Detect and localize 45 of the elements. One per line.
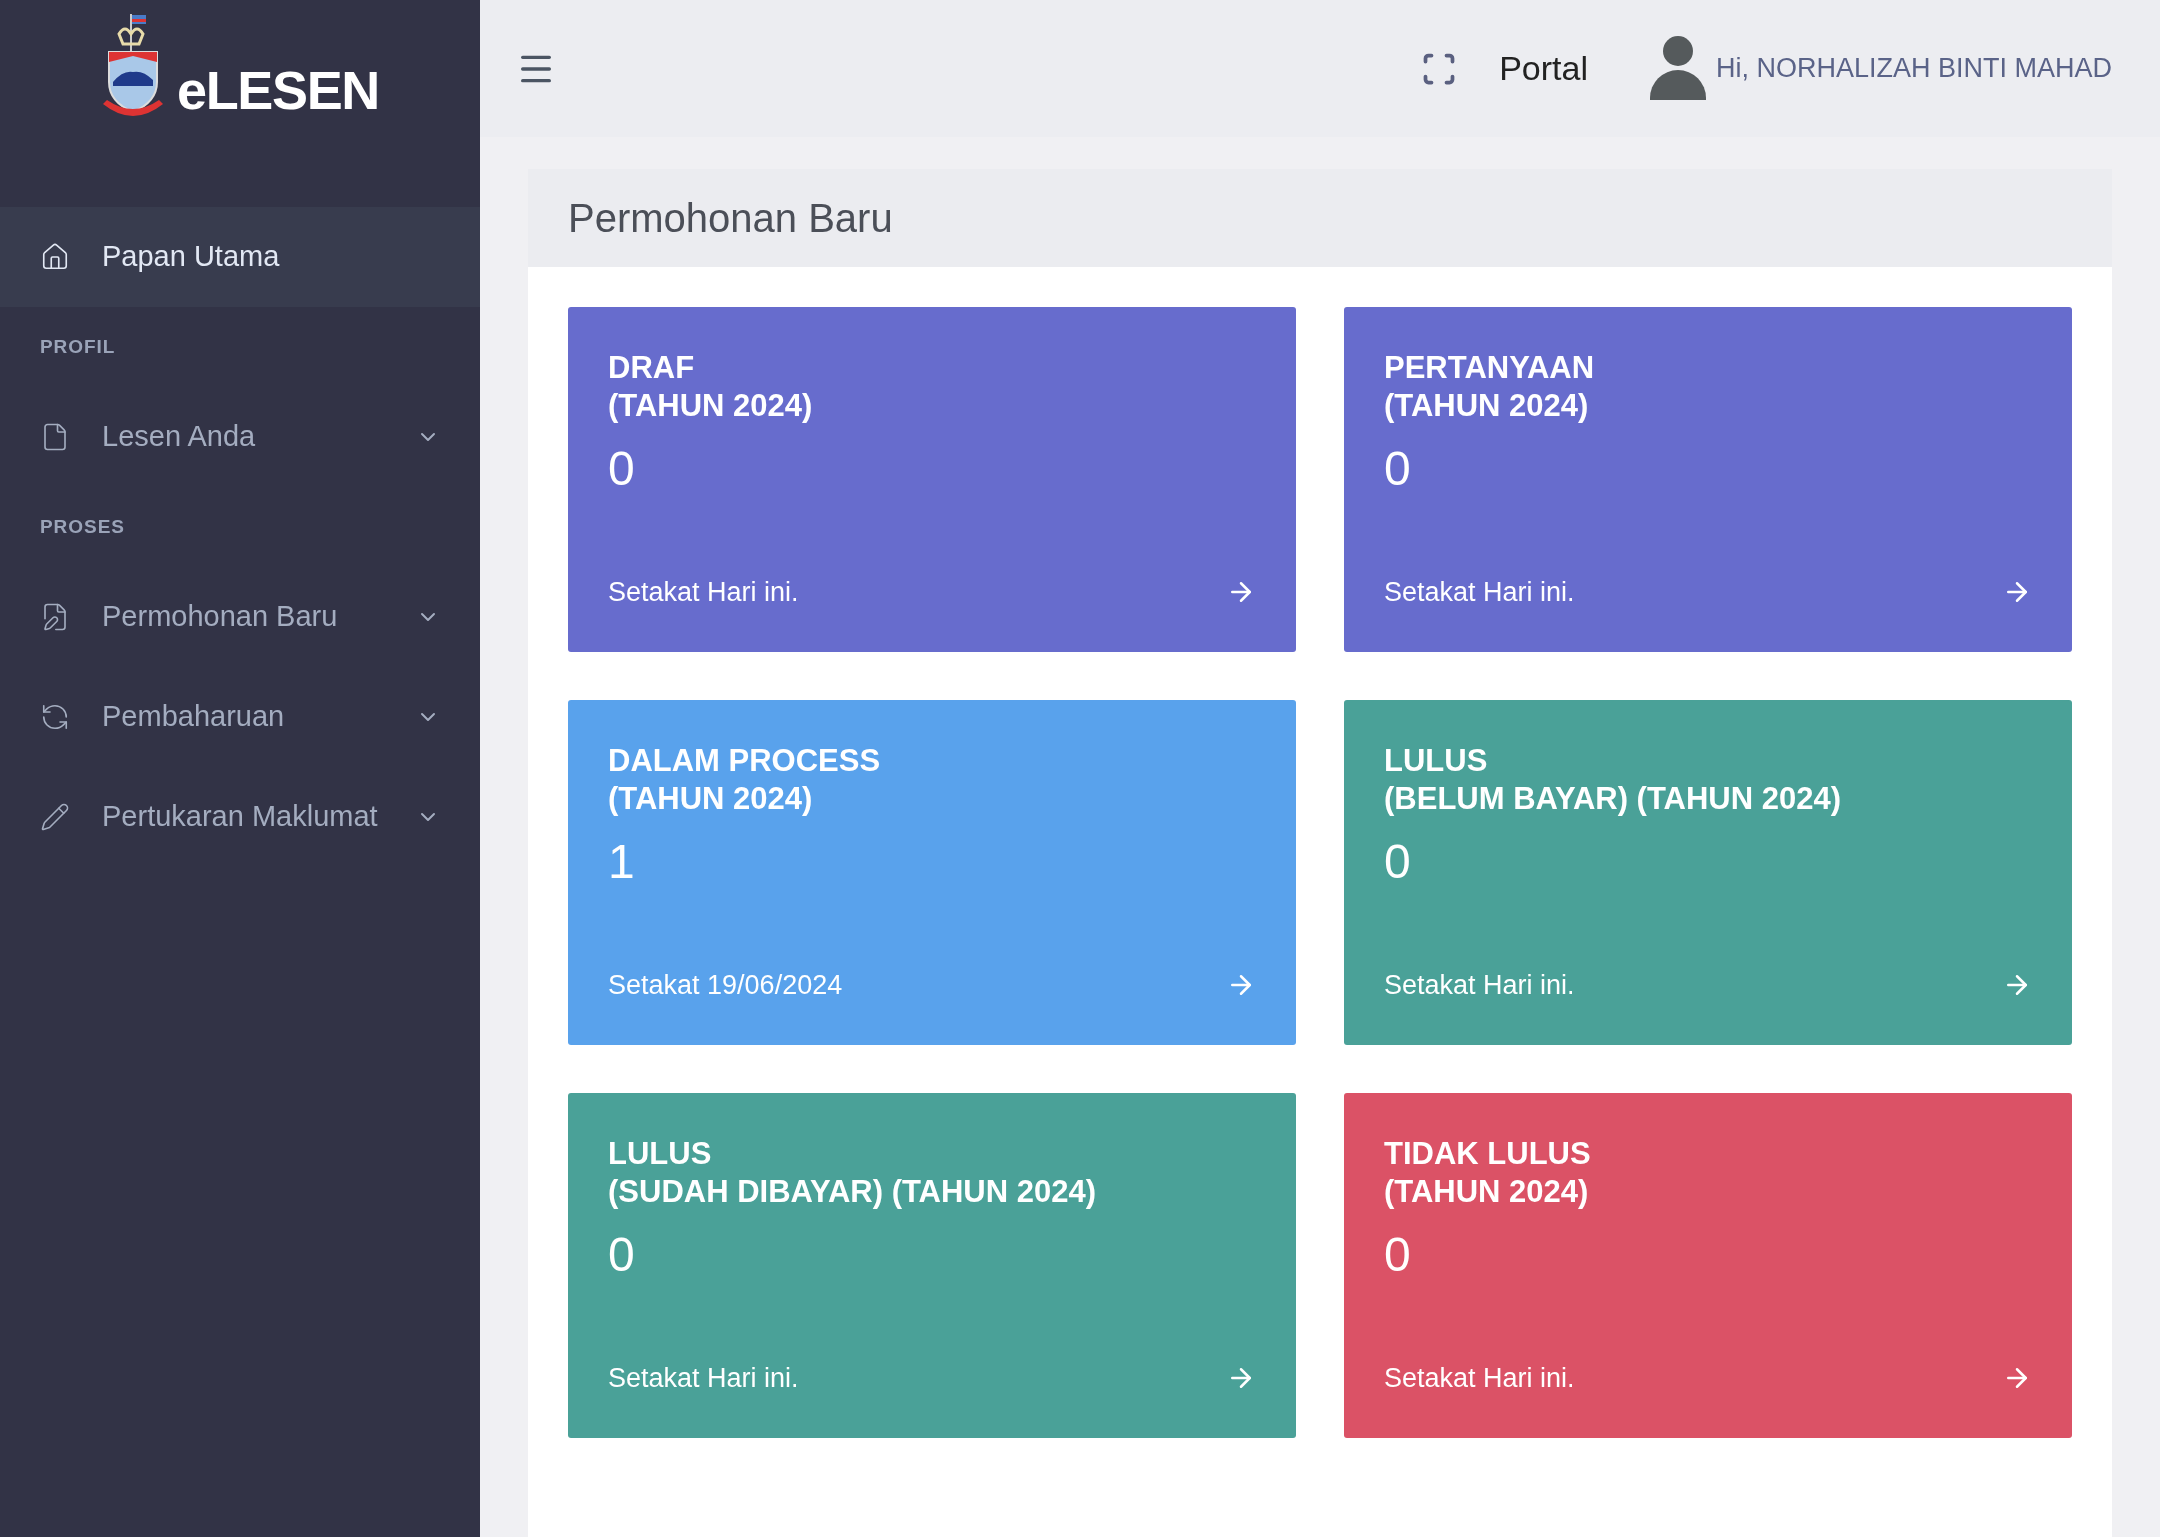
card-footer: Setakat 19/06/2024	[608, 964, 843, 1005]
status-card[interactable]: TIDAK LULUS (TAHUN 2024) 0 Setakat Hari ini.	[1344, 1093, 2072, 1438]
card-subtitle: (TAHUN 2024)	[1384, 387, 1590, 425]
sidebar-item[interactable]: Pembaharuan	[0, 667, 480, 767]
sidebar-item[interactable]: Pertukaran Maklumat	[0, 767, 480, 867]
card-footer: Setakat Hari ini.	[608, 1357, 799, 1398]
card-title: LULUS	[1384, 742, 1489, 780]
section-heading: PROSES	[40, 514, 125, 539]
card-footer: Setakat Hari ini.	[608, 571, 799, 612]
card-subtitle: (SUDAH DIBAYAR) (TAHUN 2024)	[608, 1173, 1098, 1211]
sidebar-item[interactable]: Lesen Anda	[0, 387, 480, 487]
brand-name: eLESEN	[177, 59, 379, 122]
card-subtitle: (TAHUN 2024)	[1384, 1173, 1590, 1211]
card-subtitle: (BELUM BAYAR) (TAHUN 2024)	[1384, 780, 1843, 818]
status-card[interactable]: LULUS (BELUM BAYAR) (TAHUN 2024) 0 Setakat Hari ini.	[1344, 700, 2072, 1045]
status-card[interactable]: DRAF (TAHUN 2024) 0 Setakat Hari ini.	[568, 307, 1296, 652]
card-count: 0	[608, 441, 636, 497]
portal-link[interactable]: Portal	[1499, 43, 1588, 94]
card-title: TIDAK LULUS	[1384, 1135, 1592, 1173]
card-title: LULUS	[608, 1135, 713, 1173]
card-subtitle: (TAHUN 2024)	[608, 780, 814, 818]
card-count: 0	[1384, 441, 1412, 497]
section-heading: PROFIL	[40, 334, 116, 359]
card-footer: Setakat Hari ini.	[1384, 1357, 1575, 1398]
panel-title: Permohonan Baru	[568, 195, 893, 242]
status-card[interactable]: PERTANYAAN (TAHUN 2024) 0 Setakat Hari ini.	[1344, 307, 2072, 652]
card-title: DALAM PROCESS	[608, 742, 882, 780]
card-count: 0	[1384, 834, 1412, 890]
sidebar-item[interactable]: Papan Utama	[0, 207, 480, 307]
sidebar-item[interactable]: Permohonan Baru	[0, 567, 480, 667]
refresh-icon	[40, 702, 70, 732]
avatar-icon	[1647, 35, 1708, 102]
user-greeting[interactable]: Hi, NORHALIZAH BINTI MAHAD	[1715, 48, 2112, 89]
status-card[interactable]: LULUS (SUDAH DIBAYAR) (TAHUN 2024) 0 Setakat Hari ini.	[568, 1093, 1296, 1438]
card-count: 0	[608, 1227, 636, 1283]
card-title: PERTANYAAN	[1384, 349, 1596, 387]
card-subtitle: (TAHUN 2024)	[608, 387, 814, 425]
status-card[interactable]: DALAM PROCESS (TAHUN 2024) 1 Setakat 19/06/2024	[568, 700, 1296, 1045]
house-icon	[40, 242, 70, 272]
card-footer: Setakat Hari ini.	[1384, 571, 1575, 612]
card-count: 1	[608, 834, 636, 890]
pencil-icon	[40, 802, 70, 832]
card-count: 0	[1384, 1227, 1412, 1283]
card-footer: Setakat Hari ini.	[1384, 964, 1575, 1005]
card-title: DRAF	[608, 349, 696, 387]
